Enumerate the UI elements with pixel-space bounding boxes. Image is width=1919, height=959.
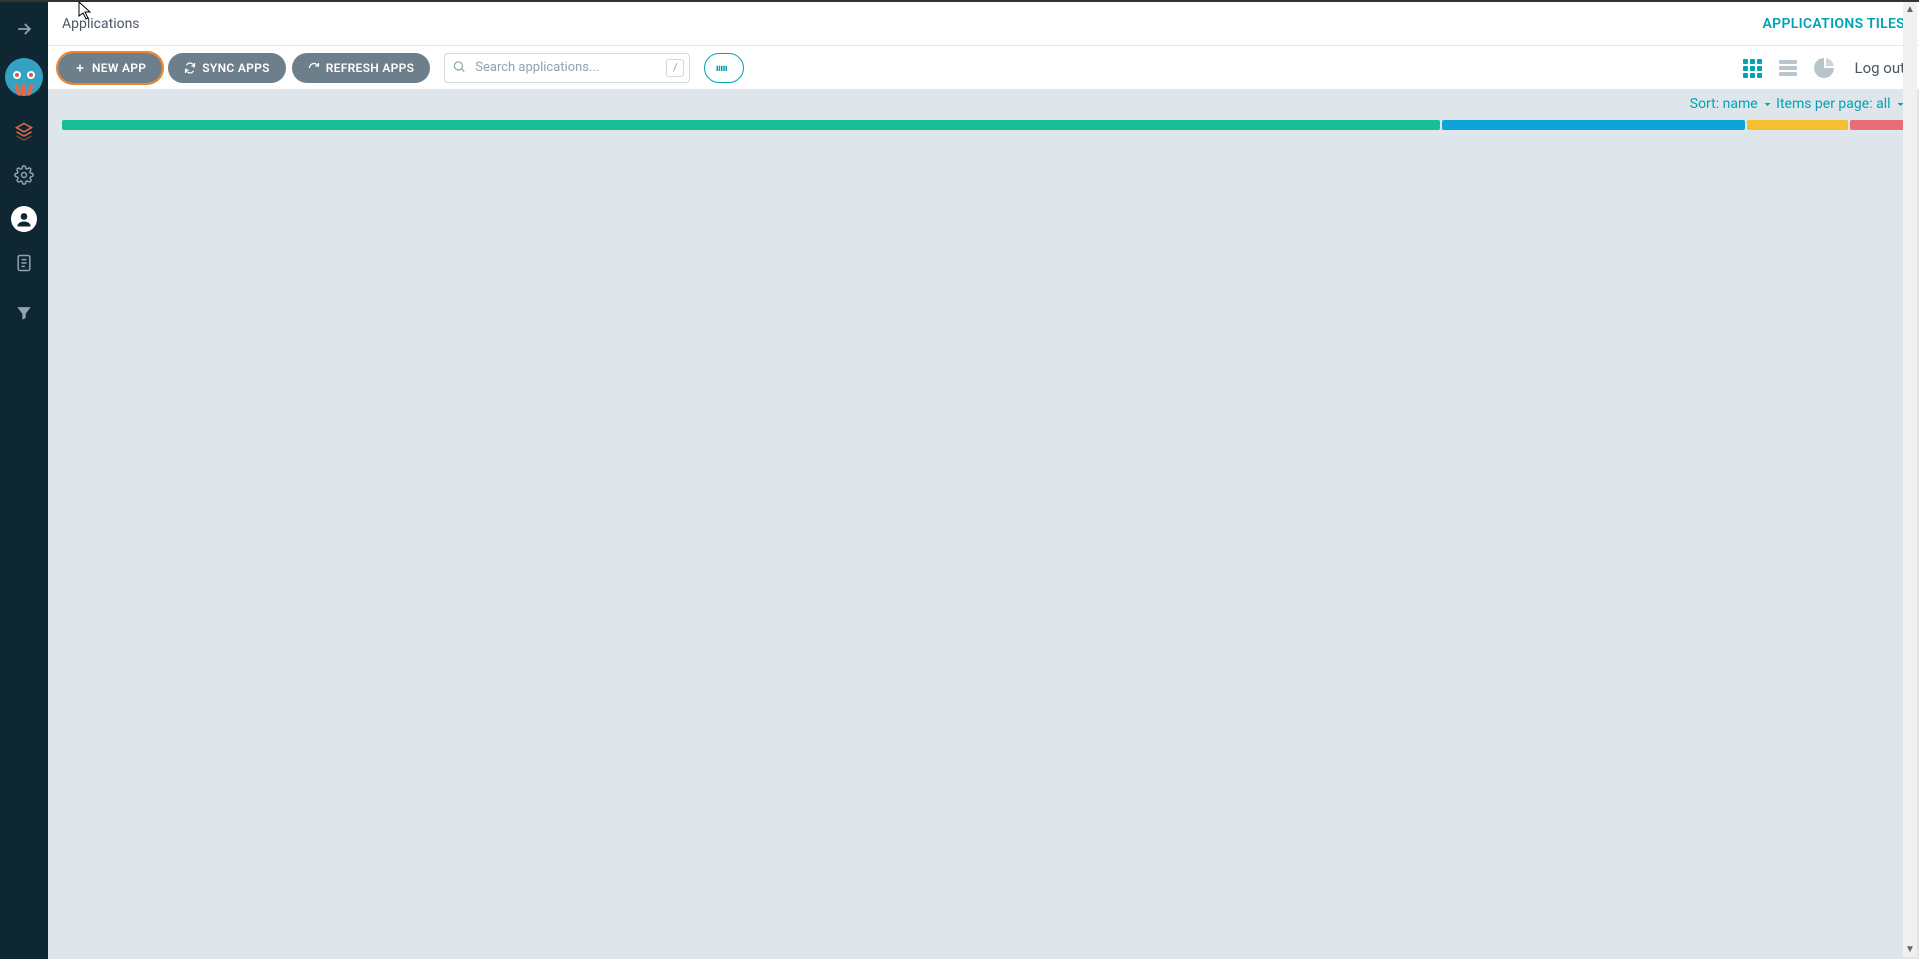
settings-icon[interactable] [0,156,48,194]
caret-down-icon [1763,96,1772,112]
subbar: Sort: name Items per page: all [48,90,1919,118]
scroll-up-arrow[interactable]: ▲ [1905,2,1915,17]
new-app-label: NEW APP [92,61,146,75]
grid-view-icon[interactable] [1740,56,1764,80]
new-app-button[interactable]: NEW APP [58,53,162,83]
search-input[interactable] [444,53,690,83]
items-value: all [1876,96,1890,112]
view-mode-label[interactable]: APPLICATIONS TILES [1763,16,1905,32]
sort-label: Sort: [1690,96,1719,112]
toolbar-right: Log out [1740,56,1909,80]
applications-content [48,130,1919,959]
sort-value: name [1723,96,1758,112]
vertical-scrollbar[interactable]: ▲ ▼ [1903,2,1917,957]
sync-apps-label: SYNC APPS [202,61,269,75]
sidebar-expand-icon[interactable] [0,10,48,48]
items-label: Items per page: [1776,96,1872,112]
argo-logo[interactable] [5,58,43,96]
items-per-page-control[interactable]: Items per page: all [1776,96,1905,112]
sidebar [0,2,48,959]
toolbar: NEW APP SYNC APPS REFRESH APPS / [48,46,1919,90]
logout-link[interactable]: Log out [1854,59,1905,77]
main: Applications APPLICATIONS TILES NEW APP … [48,2,1919,959]
status-progressing-segment[interactable] [1442,120,1745,130]
sync-apps-button[interactable]: SYNC APPS [168,53,285,83]
status-outofsync-segment[interactable] [1747,120,1848,130]
list-view-icon[interactable] [1776,56,1800,80]
status-degraded-segment[interactable] [1850,120,1905,130]
search-icon [452,58,466,77]
scroll-down-arrow[interactable]: ▼ [1905,942,1915,957]
pie-view-icon[interactable] [1812,56,1836,80]
header: Applications APPLICATIONS TILES [48,2,1919,46]
refresh-apps-button[interactable]: REFRESH APPS [292,53,431,83]
search-wrap: / [444,53,690,83]
sort-control[interactable]: Sort: name [1690,96,1772,112]
layers-icon[interactable] [0,112,48,150]
status-summary-bar[interactable] [62,120,1905,130]
filter-icon[interactable] [0,294,48,332]
compact-toggle[interactable] [704,53,744,83]
breadcrumb: Applications [62,16,140,32]
docs-icon[interactable] [0,244,48,282]
refresh-apps-label: REFRESH APPS [326,61,415,75]
search-kbd-hint: / [666,59,684,77]
status-healthy-segment[interactable] [62,120,1440,130]
user-icon[interactable] [0,200,48,238]
